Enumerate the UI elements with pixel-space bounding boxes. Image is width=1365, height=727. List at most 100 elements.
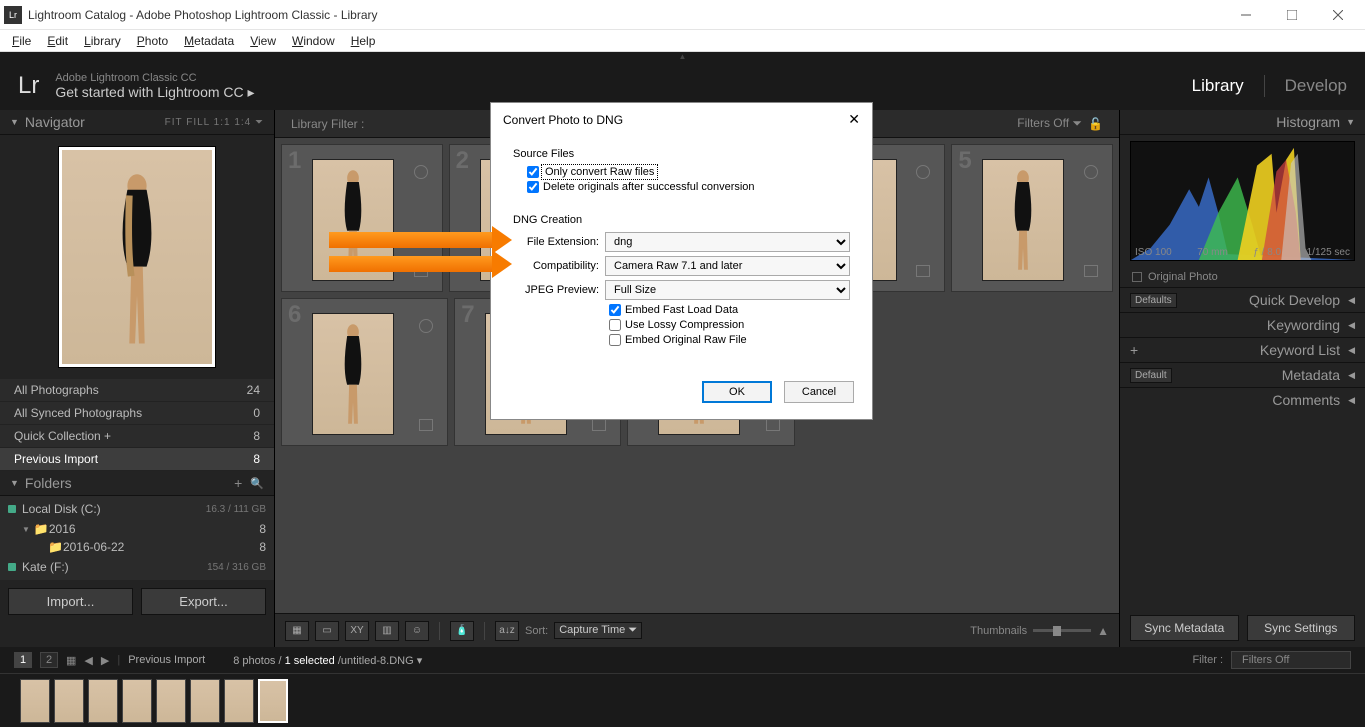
original-photo-checkbox[interactable]: Original Photo bbox=[1120, 267, 1365, 287]
grid-cell[interactable]: 5 bbox=[951, 144, 1113, 292]
only-raw-checkbox-row[interactable]: Only convert Raw files bbox=[527, 166, 850, 178]
only-raw-checkbox[interactable] bbox=[527, 166, 539, 178]
filmstrip-thumb[interactable] bbox=[190, 679, 220, 723]
filmstrip-thumb[interactable] bbox=[54, 679, 84, 723]
dialog-close-button[interactable]: ✕ bbox=[848, 111, 860, 128]
catalog-row[interactable]: All Photographs24 bbox=[0, 379, 274, 402]
survey-view-button[interactable]: ▥ bbox=[375, 621, 399, 641]
folders-header[interactable]: ▼ Folders + 🔍 bbox=[0, 471, 274, 496]
folder-row-sub[interactable]: 📁 2016-06-228 bbox=[8, 538, 266, 556]
filmstrip-thumb-selected[interactable] bbox=[258, 679, 288, 723]
collapse-arrow-top[interactable]: ▲ bbox=[0, 52, 1365, 62]
navigator-header[interactable]: ▼ Navigator FIT FILL 1:1 1:4 ⏷ bbox=[0, 110, 274, 135]
filmstrip-path[interactable]: Previous Import bbox=[128, 654, 205, 666]
toolbar-more-icon[interactable]: ▲ bbox=[1097, 624, 1109, 638]
menu-edit[interactable]: Edit bbox=[39, 32, 76, 50]
sync-metadata-button[interactable]: Sync Metadata bbox=[1130, 615, 1239, 641]
filmstrip-thumb[interactable] bbox=[88, 679, 118, 723]
comments-bar[interactable]: Comments◀ bbox=[1120, 387, 1365, 412]
maximize-button[interactable] bbox=[1269, 0, 1315, 30]
grid-cell[interactable]: 6 bbox=[281, 298, 448, 446]
lossy-checkbox-row[interactable]: Use Lossy Compression bbox=[609, 319, 850, 331]
flag-icon[interactable] bbox=[916, 165, 930, 179]
catalog-row[interactable]: All Synced Photographs0 bbox=[0, 402, 274, 425]
delete-originals-checkbox[interactable] bbox=[527, 181, 539, 193]
file-ext-label: File Extension: bbox=[513, 236, 599, 248]
sort-direction-button[interactable]: a↓z bbox=[495, 621, 519, 641]
filmstrip-thumb[interactable] bbox=[224, 679, 254, 723]
disk-row[interactable]: Local Disk (C:)16.3 / 111 GB bbox=[8, 498, 266, 520]
folder-row[interactable]: ▼📁 20168 bbox=[8, 520, 266, 538]
module-develop[interactable]: Develop bbox=[1285, 76, 1347, 96]
spray-can-button[interactable]: 🧴 bbox=[450, 621, 474, 641]
filters-off-toggle[interactable]: Filters Off ⏷ 🔓 bbox=[1017, 116, 1103, 131]
badge-icon[interactable] bbox=[1084, 265, 1098, 277]
menu-help[interactable]: Help bbox=[343, 32, 384, 50]
screen-1-button[interactable]: 1 bbox=[14, 652, 32, 668]
jpeg-select[interactable]: Full Size bbox=[605, 280, 850, 300]
metadata-preset[interactable]: Default bbox=[1130, 368, 1172, 383]
embed-fast-checkbox-row[interactable]: Embed Fast Load Data bbox=[609, 304, 850, 316]
import-button[interactable]: Import... bbox=[8, 588, 133, 615]
module-library[interactable]: Library bbox=[1192, 76, 1244, 96]
embed-fast-checkbox[interactable] bbox=[609, 304, 621, 316]
chevron-down-icon: ▼ bbox=[22, 525, 30, 534]
minimize-button[interactable] bbox=[1223, 0, 1269, 30]
filter-select[interactable]: Filters Off bbox=[1231, 651, 1351, 669]
embed-orig-checkbox-row[interactable]: Embed Original Raw File bbox=[609, 334, 850, 346]
quick-develop-preset[interactable]: Defaults bbox=[1130, 293, 1177, 308]
screen-2-button[interactable]: 2 bbox=[40, 652, 58, 668]
filmstrip-thumb[interactable] bbox=[156, 679, 186, 723]
people-view-button[interactable]: ☺ bbox=[405, 621, 429, 641]
catalog-row[interactable]: Quick Collection +8 bbox=[0, 425, 274, 448]
ok-button[interactable]: OK bbox=[702, 381, 772, 403]
menu-metadata[interactable]: Metadata bbox=[176, 32, 242, 50]
right-panel: Histogram ▼ ISO 100 70 mm ƒ / 8.0 1/125 … bbox=[1119, 110, 1365, 647]
thumbnail-size-slider[interactable] bbox=[1033, 629, 1091, 632]
disk-row[interactable]: Kate (F:)154 / 316 GB bbox=[8, 556, 266, 578]
metadata-bar[interactable]: Default Metadata◀ bbox=[1120, 362, 1365, 387]
add-folder-button[interactable]: + bbox=[234, 475, 242, 491]
histogram-header[interactable]: Histogram ▼ bbox=[1120, 110, 1365, 135]
keywording-bar[interactable]: Keywording◀ bbox=[1120, 312, 1365, 337]
menu-photo[interactable]: Photo bbox=[129, 32, 176, 50]
compare-view-button[interactable]: XY bbox=[345, 621, 369, 641]
cancel-button[interactable]: Cancel bbox=[784, 381, 854, 403]
filmstrip-thumb[interactable] bbox=[20, 679, 50, 723]
embed-orig-checkbox[interactable] bbox=[609, 334, 621, 346]
navigator-options[interactable]: FIT FILL 1:1 1:4 ⏷ bbox=[165, 117, 264, 128]
search-icon[interactable]: 🔍 bbox=[250, 477, 264, 490]
flag-icon[interactable] bbox=[1084, 165, 1098, 179]
sort-select[interactable]: Capture Time ⏷ bbox=[554, 622, 642, 639]
menu-library[interactable]: Library bbox=[76, 32, 129, 50]
filmstrip-thumb[interactable] bbox=[122, 679, 152, 723]
badge-icon[interactable] bbox=[419, 419, 433, 431]
menu-view[interactable]: View bbox=[242, 32, 284, 50]
flag-icon[interactable] bbox=[414, 165, 428, 179]
lossy-checkbox[interactable] bbox=[609, 319, 621, 331]
nav-forward-icon[interactable]: ▶ bbox=[101, 654, 109, 667]
file-ext-select[interactable]: dng bbox=[605, 232, 850, 252]
badge-icon[interactable] bbox=[592, 419, 606, 431]
catalog-row-active[interactable]: Previous Import8 bbox=[0, 448, 274, 471]
grid-layout-icon[interactable]: ▦ bbox=[66, 654, 76, 667]
nav-back-icon[interactable]: ◀ bbox=[84, 654, 92, 667]
flag-icon[interactable] bbox=[419, 319, 433, 333]
quick-develop-bar[interactable]: Defaults Quick Develop◀ bbox=[1120, 287, 1365, 312]
badge-icon[interactable] bbox=[916, 265, 930, 277]
add-keyword-button[interactable]: + bbox=[1130, 342, 1138, 358]
close-button[interactable] bbox=[1315, 0, 1361, 30]
disk-status-icon bbox=[8, 563, 16, 571]
menu-window[interactable]: Window bbox=[284, 32, 343, 50]
grid-view-button[interactable]: ▦ bbox=[285, 621, 309, 641]
badge-icon[interactable] bbox=[766, 419, 780, 431]
sync-settings-button[interactable]: Sync Settings bbox=[1247, 615, 1356, 641]
keyword-list-bar[interactable]: +Keyword List◀ bbox=[1120, 337, 1365, 362]
menu-file[interactable]: File bbox=[4, 32, 39, 50]
compat-select[interactable]: Camera Raw 7.1 and later bbox=[605, 256, 850, 276]
delete-originals-checkbox-row[interactable]: Delete originals after successful conver… bbox=[527, 181, 850, 193]
loupe-view-button[interactable]: ▭ bbox=[315, 621, 339, 641]
export-button[interactable]: Export... bbox=[141, 588, 266, 615]
get-started-link[interactable]: Get started with Lightroom CC ▸ bbox=[55, 84, 254, 101]
navigator-image[interactable] bbox=[59, 147, 215, 367]
